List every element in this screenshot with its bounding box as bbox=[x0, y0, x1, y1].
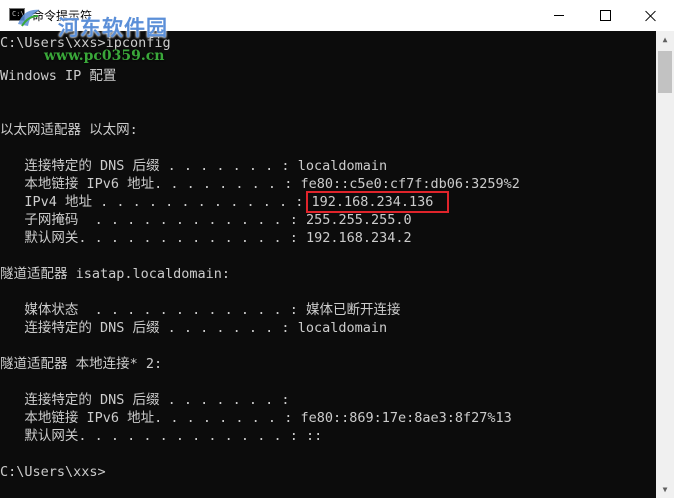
watermark-logo-icon bbox=[18, 9, 40, 27]
console-line: 默认网关. . . . . . . . . . . . . : :: bbox=[0, 428, 323, 444]
console-line: 连接特定的 DNS 后缀 . . . . . . . : localdomain bbox=[0, 158, 388, 174]
console-line: 连接特定的 DNS 后缀 . . . . . . . : localdomain bbox=[0, 320, 388, 336]
console-line: C:\Users\xxs> bbox=[0, 464, 106, 480]
close-icon bbox=[645, 10, 657, 22]
scroll-thumb[interactable] bbox=[658, 51, 672, 93]
scroll-down-icon: ▼ bbox=[662, 485, 668, 494]
watermark-site-name: 河东软件园 bbox=[58, 16, 168, 40]
console-line: 媒体状态 . . . . . . . . . . . . : 媒体已断开连接 bbox=[0, 302, 401, 318]
console-line: 本地链接 IPv6 地址. . . . . . . . : fe80::869:… bbox=[0, 410, 512, 426]
minimize-icon bbox=[554, 15, 564, 16]
scroll-down-button[interactable]: ▼ bbox=[656, 481, 674, 498]
scroll-up-button[interactable]: ▲ bbox=[656, 31, 674, 48]
maximize-icon bbox=[599, 10, 611, 21]
console-output[interactable]: C:\Users\xxs>ipconfig Windows IP 配置 以太网适配器… bbox=[0, 31, 656, 498]
close-button[interactable] bbox=[628, 0, 674, 31]
console-line: 隧道适配器 isatap.localdomain: bbox=[0, 266, 231, 282]
minimize-button[interactable] bbox=[536, 0, 582, 31]
scroll-up-icon: ▲ bbox=[662, 35, 668, 44]
watermark-url: www.pc0359.cn bbox=[44, 48, 165, 64]
console-line: 默认网关. . . . . . . . . . . . . : 192.168.… bbox=[0, 230, 412, 246]
console-line: 以太网适配器 以太网: bbox=[0, 122, 138, 138]
maximize-button[interactable] bbox=[582, 0, 628, 31]
ipv4-highlight-box bbox=[306, 191, 449, 213]
console-line: 连接特定的 DNS 后缀 . . . . . . . : bbox=[0, 392, 290, 408]
vertical-scrollbar[interactable]: ▲ ▼ bbox=[656, 31, 674, 498]
console-line: 子网掩码 . . . . . . . . . . . . : 255.255.2… bbox=[0, 212, 412, 228]
console-line: Windows IP 配置 bbox=[0, 68, 117, 84]
console-line: 隧道适配器 本地连接* 2: bbox=[0, 356, 163, 372]
